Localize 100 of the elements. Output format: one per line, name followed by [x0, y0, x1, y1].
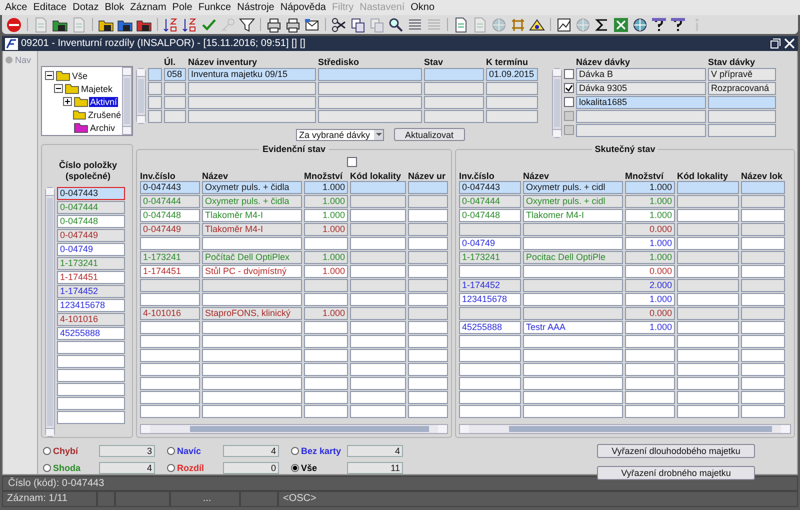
- table-cell[interactable]: [164, 82, 186, 95]
- table-cell[interactable]: [523, 237, 623, 250]
- table-cell[interactable]: [304, 405, 348, 418]
- table-cell[interactable]: 0-047443: [57, 187, 125, 200]
- action-button[interactable]: Vyřazení drobného majetku: [597, 466, 755, 480]
- table-cell[interactable]: [523, 335, 623, 348]
- table-cell[interactable]: Tlakoměr M4-I: [202, 223, 302, 236]
- table-cell[interactable]: [57, 411, 125, 424]
- table-cell[interactable]: [408, 405, 448, 418]
- tree-item[interactable]: Aktivní: [89, 96, 118, 106]
- table-cell[interactable]: [677, 335, 739, 348]
- table-cell[interactable]: [304, 279, 348, 292]
- menu-item[interactable]: Pole: [169, 2, 196, 13]
- table-cell[interactable]: [202, 279, 302, 292]
- table-cell[interactable]: Oxymetr puls. + cidl: [523, 181, 623, 194]
- envelope-icon[interactable]: [304, 16, 320, 32]
- table-cell[interactable]: Testr AAA: [523, 321, 623, 334]
- table-cell[interactable]: [304, 391, 348, 404]
- table-cell[interactable]: 1-173241: [459, 251, 521, 264]
- table-cell[interactable]: 0-047449: [57, 229, 125, 242]
- menu-item[interactable]: Okno: [408, 2, 438, 13]
- table-cell[interactable]: 45255888: [57, 327, 125, 340]
- table-cell[interactable]: [741, 279, 785, 292]
- table-cell[interactable]: 0-047448: [57, 215, 125, 228]
- table-cell[interactable]: 45255888: [459, 321, 521, 334]
- table-cell[interactable]: V přípravě: [708, 68, 776, 81]
- table-cell[interactable]: [741, 391, 785, 404]
- table-cell[interactable]: [677, 307, 739, 320]
- table-cell[interactable]: [741, 293, 785, 306]
- spreadsheet-icon[interactable]: [613, 16, 629, 32]
- table-cell[interactable]: [677, 181, 739, 194]
- table-cell[interactable]: [350, 307, 406, 320]
- table-cell[interactable]: 4-101016: [140, 307, 200, 320]
- table-cell[interactable]: [459, 391, 521, 404]
- scrollbar[interactable]: [122, 67, 132, 135]
- menu-item[interactable]: Dotaz: [70, 2, 102, 13]
- table-cell[interactable]: [523, 265, 623, 278]
- table-cell[interactable]: [741, 237, 785, 250]
- radio-label[interactable]: Rozdíl: [177, 463, 221, 473]
- table-cell[interactable]: 123415678: [459, 293, 521, 306]
- table-cell[interactable]: [424, 96, 484, 109]
- table-cell[interactable]: [625, 391, 675, 404]
- table-cell[interactable]: 1.000: [304, 181, 348, 194]
- table-cell[interactable]: [625, 405, 675, 418]
- table-cell[interactable]: [318, 82, 422, 95]
- table-cell[interactable]: [424, 110, 484, 123]
- table-cell[interactable]: 0.000: [625, 307, 675, 320]
- table-cell[interactable]: [459, 307, 521, 320]
- table-cell[interactable]: [408, 195, 448, 208]
- table-cell[interactable]: [741, 363, 785, 376]
- table-cell[interactable]: [625, 349, 675, 362]
- radio-button[interactable]: [43, 464, 51, 472]
- search-icon[interactable]: [388, 16, 404, 32]
- table-cell[interactable]: [304, 293, 348, 306]
- table-cell[interactable]: [408, 293, 448, 306]
- table-cell[interactable]: [350, 377, 406, 390]
- table-cell[interactable]: 1.000: [304, 223, 348, 236]
- table-cell[interactable]: [741, 265, 785, 278]
- table-cell[interactable]: [677, 223, 739, 236]
- table-cell[interactable]: [202, 391, 302, 404]
- table-cell[interactable]: 1-174452: [57, 285, 125, 298]
- table-cell[interactable]: 0-047449: [140, 223, 200, 236]
- table-cell[interactable]: [408, 265, 448, 278]
- table-cell[interactable]: [523, 377, 623, 390]
- table-cell[interactable]: 0-047443: [459, 181, 521, 194]
- table-cell[interactable]: [677, 391, 739, 404]
- table-cell[interactable]: Inventura majetku 09/15: [188, 68, 316, 81]
- table-cell[interactable]: [677, 377, 739, 390]
- table-cell[interactable]: [188, 110, 316, 123]
- table-cell[interactable]: Rozpracovaná: [708, 82, 776, 95]
- table-cell[interactable]: [741, 321, 785, 334]
- table-cell[interactable]: 0-04749: [459, 237, 521, 250]
- radio-button[interactable]: [167, 447, 175, 455]
- table-cell[interactable]: 123415678: [57, 299, 125, 312]
- table-cell[interactable]: [408, 307, 448, 320]
- table-cell[interactable]: 1.000: [625, 181, 675, 194]
- table-cell[interactable]: [523, 279, 623, 292]
- table-cell[interactable]: [350, 335, 406, 348]
- help-icon[interactable]: [651, 16, 667, 32]
- table-cell[interactable]: [202, 405, 302, 418]
- checkbox[interactable]: [564, 97, 574, 107]
- table-cell[interactable]: [424, 68, 484, 81]
- table-cell[interactable]: [188, 96, 316, 109]
- table-cell[interactable]: StaproFONS, klinický: [202, 307, 302, 320]
- table-cell[interactable]: [304, 321, 348, 334]
- table-cell[interactable]: [708, 110, 776, 123]
- table-cell[interactable]: [677, 349, 739, 362]
- table-cell[interactable]: [408, 363, 448, 376]
- radio-button[interactable]: [167, 464, 175, 472]
- table-cell[interactable]: 0.000: [625, 265, 675, 278]
- table-cell[interactable]: 1-174452: [459, 279, 521, 292]
- menu-item[interactable]: Funkce: [195, 2, 234, 13]
- table-cell[interactable]: [350, 237, 406, 250]
- table-cell[interactable]: 2.000: [625, 279, 675, 292]
- table-cell[interactable]: Pocitac Dell OptiPle: [523, 251, 623, 264]
- table-cell[interactable]: [57, 383, 125, 396]
- table-cell[interactable]: [459, 405, 521, 418]
- copy-icon[interactable]: [350, 16, 366, 32]
- table-cell[interactable]: 1.000: [625, 195, 675, 208]
- table-cell[interactable]: [140, 321, 200, 334]
